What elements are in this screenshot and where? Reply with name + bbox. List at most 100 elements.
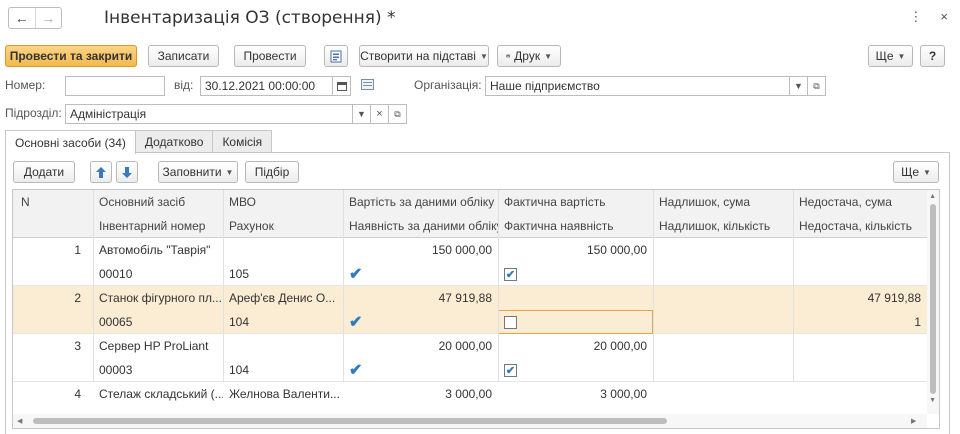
checkbox[interactable]: ✔	[504, 363, 517, 377]
open-icon[interactable]: ⧉	[808, 76, 826, 96]
move-up-button[interactable]	[90, 161, 112, 183]
cell-shortage-sum[interactable]	[793, 238, 927, 262]
header-shortage-qty[interactable]: Недостача, кількість	[793, 214, 927, 238]
horizontal-scrollbar[interactable]: ◀ ▶	[13, 414, 927, 428]
checkbox[interactable]: ✔	[504, 267, 517, 281]
cell-mol[interactable]: Ареф'єв Денис О...	[223, 286, 343, 310]
cell-account[interactable]: 104	[223, 358, 343, 382]
cell-surplus-sum[interactable]	[653, 334, 793, 358]
vertical-scrollbar[interactable]: ▲ ▼	[927, 190, 939, 414]
cell-shortage-qty[interactable]	[793, 262, 927, 286]
move-down-button[interactable]	[116, 161, 138, 183]
cell-actual-presence[interactable]	[498, 310, 653, 334]
scroll-down-icon[interactable]: ▼	[929, 397, 936, 404]
checkbox[interactable]	[504, 315, 517, 329]
scroll-right-icon[interactable]: ▶	[911, 417, 916, 425]
number-input[interactable]	[65, 76, 165, 96]
cell-surplus-qty[interactable]	[653, 262, 793, 286]
journal-button[interactable]	[324, 45, 348, 67]
cell-account[interactable]: 105	[223, 262, 343, 286]
more-button[interactable]: Ще ▼	[868, 45, 913, 67]
cell-surplus-qty[interactable]	[653, 310, 793, 334]
cell-actual-value[interactable]	[498, 286, 653, 310]
cell-mol[interactable]: Желнова Валенти...	[223, 382, 343, 406]
cell-shortage-qty[interactable]: 1	[793, 310, 927, 334]
header-n[interactable]: N	[13, 190, 93, 214]
cell-surplus-qty[interactable]	[653, 358, 793, 382]
cell-book-value[interactable]: 20 000,00	[343, 334, 498, 358]
header-account[interactable]: Рахунок	[223, 214, 343, 238]
cell-n[interactable]: 4	[13, 382, 93, 406]
post-and-close-button[interactable]: Провести та закрити	[5, 45, 137, 67]
cell-shortage-qty[interactable]	[793, 358, 927, 382]
header-shortage-sum[interactable]: Недостача, сума	[793, 190, 927, 214]
calendar-icon[interactable]	[333, 76, 351, 96]
calculator-icon[interactable]	[361, 79, 374, 93]
date-input[interactable]: 30.12.2021 00:00:00	[200, 76, 333, 96]
cell-actual-value[interactable]: 20 000,00	[498, 334, 653, 358]
cell-actual-presence[interactable]: ✔	[498, 358, 653, 382]
cell-asset[interactable]: Сервер HP ProLiant	[93, 334, 223, 358]
cell-shortage-sum[interactable]: 47 919,88	[793, 286, 927, 310]
organization-input[interactable]: Наше підприємство	[485, 76, 790, 96]
add-button[interactable]: Додати	[13, 161, 75, 183]
cell-actual-value[interactable]: 150 000,00	[498, 238, 653, 262]
department-input[interactable]: Адміністрація	[65, 104, 353, 124]
cell-mol[interactable]	[223, 238, 343, 262]
create-based-button[interactable]: Створити на підставі ▼	[359, 45, 489, 67]
header-mol[interactable]: МВО	[223, 190, 343, 214]
cell-shortage-sum[interactable]	[793, 382, 927, 406]
cell-mol[interactable]	[223, 334, 343, 358]
scroll-up-icon[interactable]: ▲	[929, 193, 936, 200]
cell-asset[interactable]: Станок фігурного пл...	[93, 286, 223, 310]
cell-inventory-number[interactable]: 00010	[93, 262, 223, 286]
cell-inventory-number[interactable]: 00065	[93, 310, 223, 334]
cell-inventory-number[interactable]: 00003	[93, 358, 223, 382]
header-inventory-number[interactable]: Інвентарний номер	[93, 214, 223, 238]
cell-n[interactable]: 3	[13, 334, 93, 358]
help-button[interactable]: ?	[920, 45, 945, 67]
scroll-left-icon[interactable]: ◀	[17, 417, 22, 425]
cell-account[interactable]: 104	[223, 310, 343, 334]
cell-actual-presence[interactable]: ✔	[498, 262, 653, 286]
cell-n[interactable]: 2	[13, 286, 93, 310]
cell-n[interactable]: 1	[13, 238, 93, 262]
header-book-value[interactable]: Вартість за даними обліку	[343, 190, 498, 214]
cell-surplus-sum[interactable]	[653, 238, 793, 262]
cell-asset[interactable]: Стелаж складський (...	[93, 382, 223, 406]
cell-surplus-sum[interactable]	[653, 286, 793, 310]
close-icon[interactable]: ×	[940, 9, 948, 25]
cell-book-value[interactable]: 47 919,88	[343, 286, 498, 310]
post-button[interactable]: Провести	[234, 45, 306, 67]
fill-button[interactable]: Заповнити ▼	[158, 161, 238, 183]
cell-book-value[interactable]: 3 000,00	[343, 382, 498, 406]
forward-icon[interactable]: →	[34, 8, 62, 28]
cell-actual-value[interactable]: 3 000,00	[498, 382, 653, 406]
tab-commission[interactable]: Комісія	[212, 130, 273, 153]
header-surplus-sum[interactable]: Надлишок, сума	[653, 190, 793, 214]
horizontal-scroll-thumb[interactable]	[33, 418, 667, 424]
clear-icon[interactable]: ×	[371, 104, 389, 124]
header-actual-presence[interactable]: Фактична наявність	[498, 214, 653, 238]
vertical-scroll-thumb[interactable]	[930, 204, 936, 394]
cell-asset[interactable]: Автомобіль "Таврія"	[93, 238, 223, 262]
print-button[interactable]: Друк ▼	[497, 45, 561, 67]
header-surplus-qty[interactable]: Надлишок, кількість	[653, 214, 793, 238]
tab-additional[interactable]: Додатково	[134, 130, 214, 153]
assets-table[interactable]: N Основний засіб МВО Вартість за даними обл…	[12, 189, 940, 429]
header-book-presence[interactable]: Наявність за даними обліку	[343, 214, 498, 238]
chevron-down-icon[interactable]: ▼	[790, 76, 808, 96]
cell-book-value[interactable]: 150 000,00	[343, 238, 498, 262]
table-more-button[interactable]: Ще ▼	[893, 161, 939, 183]
back-icon[interactable]: ←	[9, 8, 35, 28]
cell-surplus-sum[interactable]	[653, 382, 793, 406]
save-button[interactable]: Записати	[148, 45, 219, 67]
select-button[interactable]: Підбір	[245, 161, 299, 183]
header-actual-value[interactable]: Фактична вартість	[498, 190, 653, 214]
tab-fixed-assets[interactable]: Основні засоби (34)	[5, 130, 136, 154]
chevron-down-icon[interactable]: ▼	[353, 104, 371, 124]
menu-icon[interactable]: ⋮	[909, 9, 922, 25]
open-icon[interactable]: ⧉	[389, 104, 407, 124]
header-asset[interactable]: Основний засіб	[93, 190, 223, 214]
cell-shortage-sum[interactable]	[793, 334, 927, 358]
